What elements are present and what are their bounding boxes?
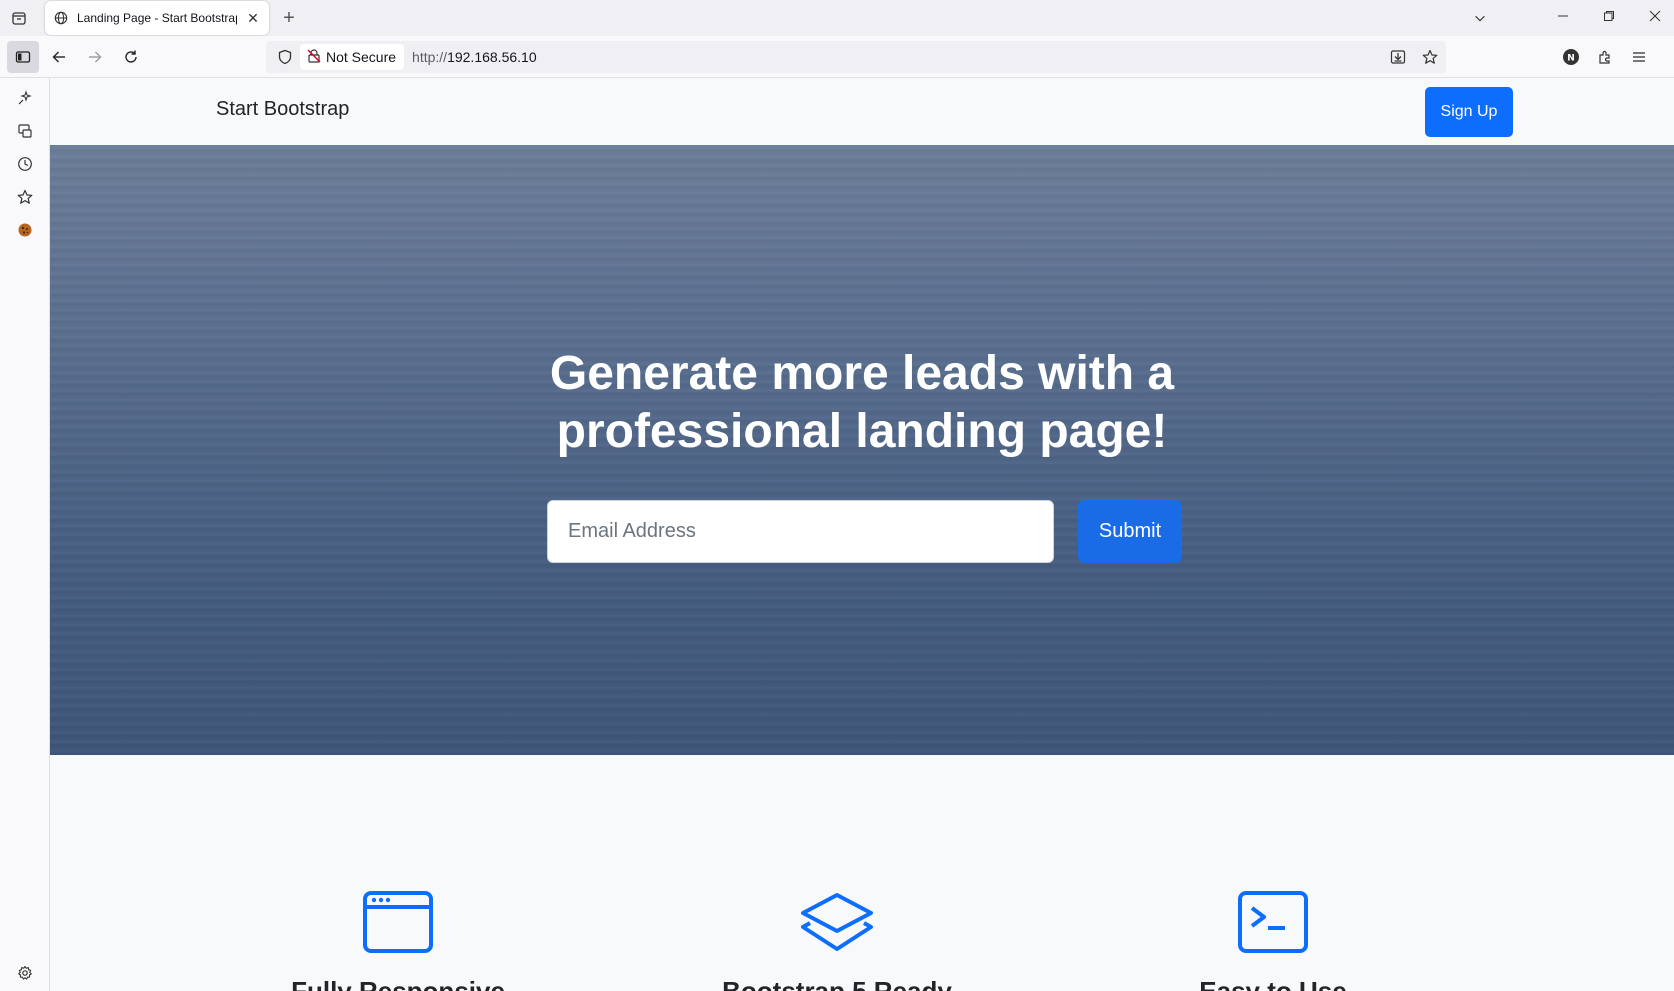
new-tab-button[interactable]: + xyxy=(277,6,301,30)
ai-chatbot-icon[interactable] xyxy=(14,87,36,109)
insecure-lock-icon xyxy=(306,48,322,67)
terminal-icon xyxy=(1235,888,1311,956)
extensions-icon[interactable] xyxy=(1589,41,1621,73)
window-icon xyxy=(360,888,436,956)
url-host: 192.168.56.10 xyxy=(447,49,537,65)
url-scheme: http:// xyxy=(412,49,448,65)
hero-title: Generate more leads with a professional … xyxy=(50,345,1674,461)
sidebar-toggle-button[interactable] xyxy=(7,41,39,73)
url-text[interactable]: http://192.168.56.10 xyxy=(412,49,537,65)
tab-title: Landing Page - Start Bootstrap xyxy=(77,11,237,25)
settings-gear-icon[interactable] xyxy=(14,962,36,984)
not-secure-badge[interactable]: Not Secure xyxy=(300,44,405,70)
submit-button[interactable]: Submit xyxy=(1078,500,1182,563)
tab-overview-icon[interactable] xyxy=(8,7,30,29)
navigation-toolbar: Not Secure http://192.168.56.10 N xyxy=(0,36,1674,78)
chevron-down-icon[interactable] xyxy=(1468,6,1492,30)
account-avatar[interactable]: N xyxy=(1555,41,1587,73)
tab-landing-page[interactable]: Landing Page - Start Bootstrap ✕ xyxy=(45,1,269,35)
close-icon[interactable]: ✕ xyxy=(245,10,261,26)
shield-icon[interactable] xyxy=(270,41,300,73)
site-brand[interactable]: Start Bootstrap xyxy=(216,98,349,121)
back-button[interactable] xyxy=(43,41,75,73)
hero-title-line-1: Generate more leads with a xyxy=(549,347,1175,400)
minimize-button[interactable] xyxy=(1540,0,1586,32)
forward-button[interactable] xyxy=(79,41,111,73)
close-window-button[interactable] xyxy=(1632,0,1674,32)
feature-title-2: Bootstrap 5 Ready xyxy=(722,976,952,991)
hero-section: Generate more leads with a professional … xyxy=(50,145,1674,755)
menu-icon[interactable] xyxy=(1623,41,1655,73)
layers-icon xyxy=(799,888,875,956)
svg-text:N: N xyxy=(1567,54,1575,64)
feature-title-3: Easy to Use xyxy=(1199,976,1347,991)
restore-button[interactable] xyxy=(1586,0,1632,32)
feature-title-1: Fully Responsive xyxy=(291,976,505,991)
sign-up-button[interactable]: Sign Up xyxy=(1425,87,1513,137)
url-bar[interactable]: Not Secure http://192.168.56.10 xyxy=(266,41,1446,73)
bookmarks-icon[interactable] xyxy=(14,186,36,208)
site-navbar: Start Bootstrap Sign Up xyxy=(50,78,1674,145)
download-icon[interactable] xyxy=(1388,47,1408,67)
hero-title-line-2: professional landing page! xyxy=(556,405,1168,458)
history-icon[interactable] xyxy=(14,153,36,175)
reload-button[interactable] xyxy=(115,41,147,73)
web-page: Start Bootstrap Sign Up Generate more le… xyxy=(50,78,1674,991)
email-field[interactable] xyxy=(547,500,1054,563)
cookie-icon[interactable] xyxy=(14,219,36,241)
bookmark-star-icon[interactable] xyxy=(1420,47,1440,67)
globe-icon xyxy=(53,10,69,26)
browser-sidebar xyxy=(0,78,50,991)
security-label: Not Secure xyxy=(326,49,397,65)
tab-strip: Landing Page - Start Bootstrap ✕ + xyxy=(0,0,1674,36)
synced-tabs-icon[interactable] xyxy=(14,120,36,142)
